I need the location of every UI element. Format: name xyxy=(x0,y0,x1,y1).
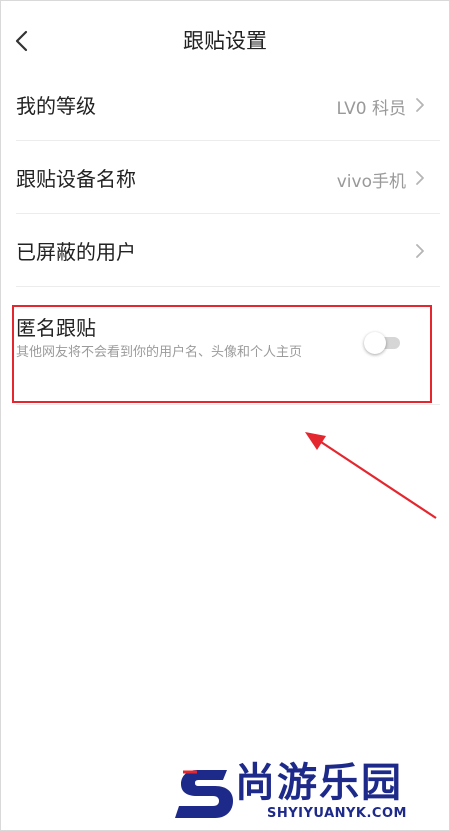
level-label: 我的等级 xyxy=(16,94,96,118)
settings-row-blocked-users[interactable]: 已屏蔽的用户 xyxy=(16,214,440,287)
device-name-value: vivo手机 xyxy=(336,172,406,192)
brand-logo-icon xyxy=(175,770,233,818)
watermark: 尚游乐园 SHYIYUANYK.COM xyxy=(175,760,447,826)
nav-header: 跟贴设置 xyxy=(0,0,450,78)
blocked-users-label: 已屏蔽的用户 xyxy=(16,240,136,264)
device-name-label: 跟贴设备名称 xyxy=(16,167,136,191)
chevron-right-icon xyxy=(416,98,424,112)
page-title: 跟贴设置 xyxy=(183,29,267,53)
annotation-highlight-box xyxy=(12,305,432,403)
watermark-url: SHYIYUANYK.COM xyxy=(267,806,407,821)
settings-row-device-name[interactable]: 跟贴设备名称 vivo手机 xyxy=(16,141,440,214)
watermark-name: 尚游乐园 xyxy=(235,760,403,806)
chevron-right-icon xyxy=(416,171,424,185)
level-value: LV0 科员 xyxy=(336,99,406,119)
settings-row-level[interactable]: 我的等级 LV0 科员 xyxy=(16,70,440,141)
chevron-right-icon xyxy=(416,244,424,258)
